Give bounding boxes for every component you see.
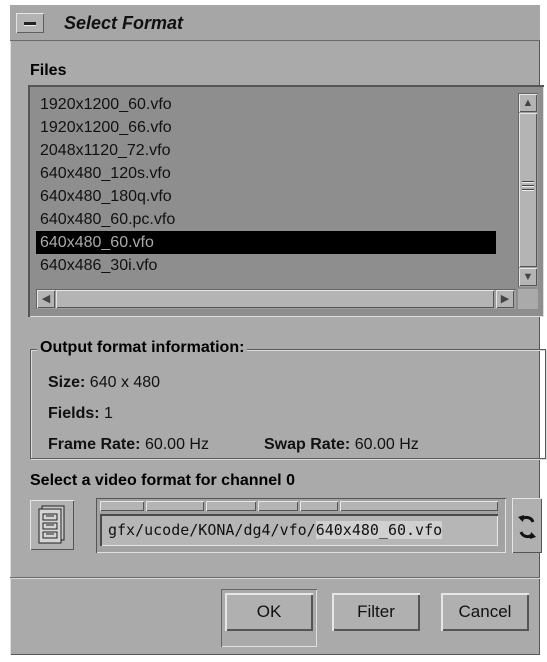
title-bar[interactable]: Select Format (10, 5, 540, 41)
files-label: Files (30, 62, 67, 79)
scrollbar-corner (518, 289, 538, 309)
frame-rate-value: 60.00 Hz (144, 436, 209, 453)
file-list-items[interactable]: 1920x1200_60.vfo 1920x1200_66.vfo 2048x112… (36, 93, 496, 283)
channel-label: Select a video format for channel 0 (30, 472, 295, 489)
frame-rate-label: Frame Rate: (48, 436, 141, 453)
path-breadcrumb (100, 501, 500, 511)
size-row: Size: 640 x 480 (48, 374, 160, 392)
window-title: Select Format (64, 13, 184, 33)
arrow-right-icon[interactable]: ▶ (496, 290, 514, 308)
size-value: 640 x 480 (89, 374, 161, 391)
breadcrumb-segment[interactable] (300, 501, 338, 511)
path-input[interactable]: gfx/ucode/KONA/dg4/vfo/640x480_60.vfo (100, 514, 498, 546)
file-cabinet-icon[interactable] (30, 500, 74, 550)
fields-value: 1 (104, 405, 113, 422)
scrollbar-thumb[interactable] (519, 113, 537, 267)
select-format-dialog: Select Format Files 1920x1200_60.vfo 1920… (10, 5, 546, 655)
list-item[interactable]: 1920x1200_60.vfo (36, 93, 496, 116)
cycle-arrows-icon[interactable] (512, 498, 542, 553)
path-selector: gfx/ucode/KONA/dg4/vfo/640x480_60.vfo (96, 498, 506, 553)
fields-row: Fields: 1 (48, 405, 113, 423)
output-format-group: Output format information: Size: 640 x 4… (30, 339, 546, 459)
arrow-down-icon[interactable]: ▼ (519, 268, 537, 286)
ok-button[interactable]: OK (225, 593, 313, 631)
cancel-button[interactable]: Cancel (441, 593, 529, 631)
swap-rate-label: Swap Rate: (264, 436, 351, 453)
swap-rate-value: 60.00 Hz (354, 436, 419, 453)
fields-label: Fields: (48, 405, 100, 422)
file-list[interactable]: 1920x1200_60.vfo 1920x1200_66.vfo 2048x112… (28, 85, 544, 317)
filter-button[interactable]: Filter (332, 593, 420, 631)
path-file: 640x480_60.vfo (315, 521, 443, 539)
breadcrumb-segment[interactable] (258, 501, 298, 511)
list-item[interactable]: 2048x1120_72.vfo (36, 139, 496, 162)
breadcrumb-segment[interactable] (146, 501, 204, 511)
horizontal-scrollbar-thumb[interactable] (56, 290, 494, 308)
output-format-title: Output format information: (37, 339, 248, 357)
path-text: gfx/ucode/KONA/dg4/vfo/640x480_60.vfo (108, 521, 443, 539)
vertical-scrollbar[interactable]: ▲ ▼ (518, 93, 538, 287)
breadcrumb-segment[interactable] (100, 501, 144, 511)
size-label: Size: (48, 374, 86, 391)
swap-rate-row: Swap Rate: 60.00 Hz (264, 436, 419, 454)
list-item[interactable]: 640x480_120s.vfo (36, 162, 496, 185)
list-item[interactable]: 1920x1200_66.vfo (36, 116, 496, 139)
breadcrumb-segment[interactable] (206, 501, 256, 511)
window-menu-icon[interactable] (16, 13, 44, 33)
arrow-left-icon[interactable]: ◀ (37, 290, 55, 308)
list-item[interactable]: 640x480_180q.vfo (36, 185, 496, 208)
frame-rate-row: Frame Rate: 60.00 Hz (48, 436, 209, 454)
arrow-up-icon[interactable]: ▲ (519, 94, 537, 112)
list-item[interactable]: 640x486_30i.vfo (36, 254, 496, 277)
path-prefix: gfx/ucode/KONA/dg4/vfo/ (108, 521, 316, 539)
breadcrumb-segment[interactable] (340, 501, 498, 511)
list-item[interactable]: 640x480_60.pc.vfo (36, 208, 496, 231)
horizontal-scrollbar[interactable]: ◀ ▶ (36, 289, 516, 309)
list-item[interactable]: 640x480_60.vfo (36, 231, 496, 254)
divider (10, 577, 540, 579)
